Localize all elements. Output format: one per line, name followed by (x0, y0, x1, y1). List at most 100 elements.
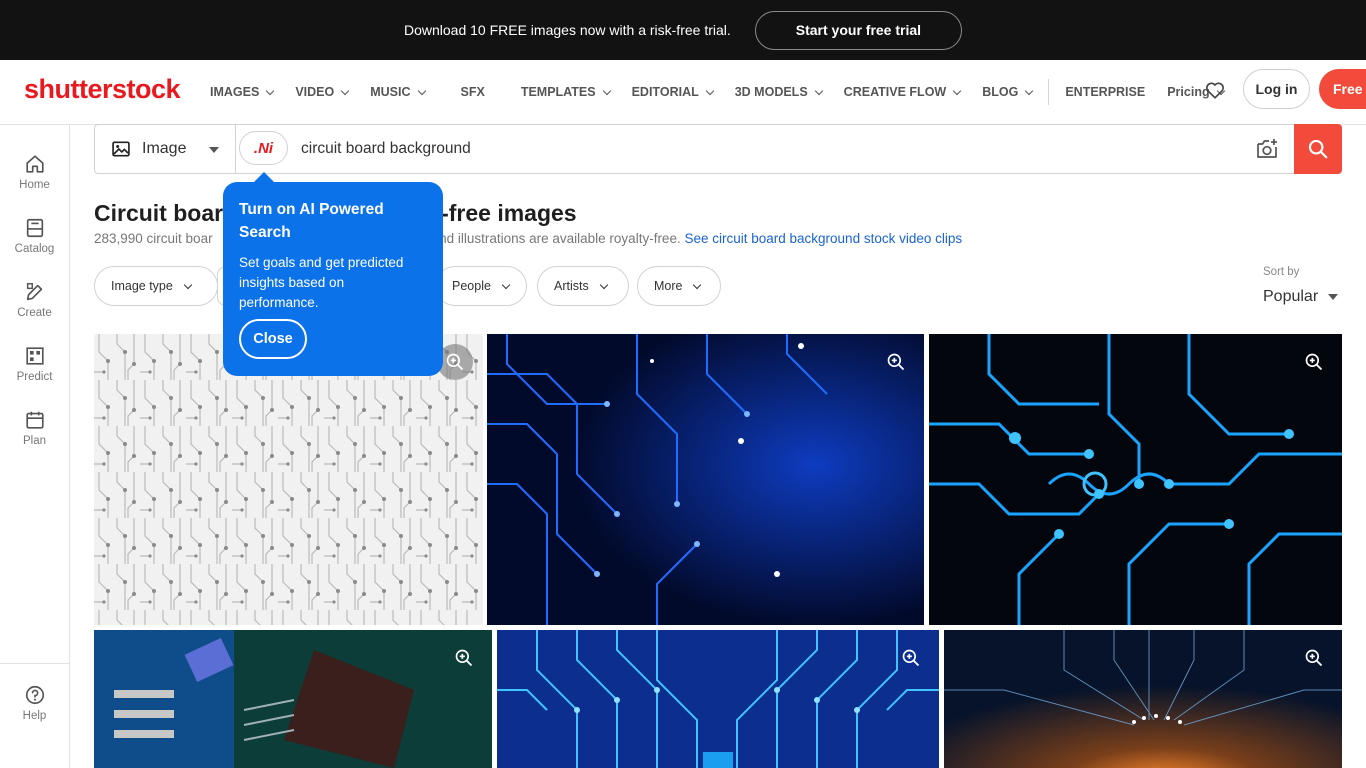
zoom-in-icon (1305, 649, 1323, 667)
zoom-button[interactable] (1296, 344, 1332, 380)
nav-video[interactable]: VIDEO (295, 85, 350, 99)
image-icon (112, 141, 130, 157)
nav-images-label: IMAGES (210, 85, 260, 99)
nav-divider (1048, 79, 1050, 105)
search-button[interactable] (1294, 124, 1342, 174)
chevron-down-icon (952, 86, 962, 95)
zoom-button[interactable] (878, 344, 914, 380)
rail-create[interactable]: Create (0, 281, 69, 319)
zoom-in-icon (887, 353, 905, 371)
rail-catalog-label: Catalog (14, 243, 55, 255)
rail-help[interactable]: Help (0, 684, 69, 722)
filter-people[interactable]: People (435, 266, 527, 306)
nav-3d-models-label: 3D MODELS (734, 85, 808, 99)
filter-more-label: More (654, 279, 683, 293)
rail-predict[interactable]: Predict (0, 345, 69, 383)
sort-value: Popular (1263, 288, 1319, 305)
chevron-down-icon (814, 86, 823, 95)
nav-templates-label: TEMPLATES (520, 85, 596, 99)
rail-help-label: Help (22, 710, 47, 722)
circuit-pattern-white-image (94, 334, 483, 625)
nav-creative-flow[interactable]: CREATIVE FLOW (843, 85, 962, 99)
chevron-down-icon (1025, 86, 1034, 95)
chevron-down-icon (340, 86, 350, 95)
filter-more[interactable]: More (637, 266, 721, 306)
result-image-4[interactable] (94, 630, 492, 768)
rail-plan[interactable]: Plan (0, 409, 69, 447)
circuit-glow-orange-image (944, 630, 1342, 768)
rail-home[interactable]: Home (0, 153, 69, 191)
page-title-end: -free images (441, 200, 577, 226)
search-icon (1308, 139, 1328, 159)
nav-images[interactable]: IMAGES (210, 85, 275, 99)
filter-artists[interactable]: Artists (537, 266, 629, 306)
nav-enterprise[interactable]: ENTERPRISE (1065, 85, 1145, 99)
filter-people-label: People (452, 279, 491, 293)
start-free-trial-button[interactable]: Start your free trial (754, 10, 963, 50)
nav-creative-flow-label: CREATIVE FLOW (843, 85, 947, 99)
result-image-2[interactable] (487, 334, 924, 625)
zoom-button[interactable] (893, 640, 929, 676)
chevron-down-icon (602, 86, 611, 95)
nav-video-label: VIDEO (295, 85, 335, 99)
zoom-button[interactable] (446, 640, 482, 676)
zoom-in-icon (446, 353, 464, 371)
camera-search-icon[interactable] (1255, 138, 1279, 160)
circuit-cyan-black-image (929, 334, 1342, 625)
popover-body: Set goals and get predicted insights bas… (239, 255, 404, 310)
result-count-start: 283,990 circuit boar (94, 231, 213, 246)
home-icon (25, 155, 44, 173)
login-button[interactable]: Log in (1243, 69, 1310, 109)
nav-blog[interactable]: BLOG (982, 85, 1034, 99)
caret-down-icon (209, 147, 219, 153)
ai-search-popover: Turn on AI Powered Search Set goals and … (223, 182, 443, 376)
help-icon (25, 685, 44, 705)
search-bar: Image .Ni (94, 124, 1342, 174)
circuit-blue-dark-image (487, 334, 924, 625)
nav-templates[interactable]: TEMPLATES (520, 85, 611, 99)
rail-create-label: Create (17, 307, 52, 319)
sort-select[interactable]: Popular (1263, 288, 1339, 306)
site-header: shutterstock IMAGES VIDEO MUSIC SFX TEMP… (0, 60, 1366, 125)
video-clips-link[interactable]: See circuit board background stock video… (684, 231, 962, 246)
zoom-in-icon (455, 649, 473, 667)
promo-text: Download 10 FREE images now with a risk-… (403, 22, 731, 38)
nav-editorial[interactable]: EDITORIAL (632, 85, 714, 99)
catalog-icon (26, 218, 43, 238)
search-input[interactable] (301, 133, 1201, 165)
chevron-down-icon (705, 86, 714, 95)
main-nav: IMAGES VIDEO MUSIC SFX TEMPLATES EDITORI… (210, 60, 1246, 124)
heart-icon[interactable] (1204, 79, 1226, 101)
result-image-1[interactable] (94, 334, 483, 625)
circuit-board-photo-image (94, 630, 492, 768)
popover-close-button[interactable]: Close (239, 319, 307, 359)
nav-3d-models[interactable]: 3D MODELS (734, 85, 823, 99)
result-image-3[interactable] (929, 334, 1342, 625)
side-rail: Home Catalog Create Predict Plan Help (0, 125, 70, 768)
rail-catalog[interactable]: Catalog (0, 217, 69, 255)
circuit-chip-blue-image (497, 630, 939, 768)
result-image-5[interactable] (497, 630, 939, 768)
grid-icon (25, 347, 44, 365)
result-image-6[interactable] (944, 630, 1342, 768)
rail-plan-label: Plan (22, 435, 47, 447)
chevron-down-icon (183, 280, 193, 289)
result-count-end: and illustrations are available royalty-… (431, 231, 681, 246)
zoom-in-icon (902, 649, 920, 667)
rail-home-label: Home (19, 179, 50, 191)
page-title-start: Circuit boar (94, 200, 224, 226)
shutterstock-logo[interactable]: shutterstock (24, 74, 181, 105)
chevron-down-icon (501, 280, 511, 289)
free-trial-button[interactable]: Free t (1319, 69, 1366, 109)
filter-artists-label: Artists (554, 279, 589, 293)
ai-search-toggle[interactable]: .Ni (239, 131, 288, 165)
nav-music[interactable]: MUSIC (370, 85, 426, 99)
filter-image-type[interactable]: Image type (94, 266, 218, 306)
nav-sfx[interactable]: SFX (461, 85, 485, 99)
calendar-icon (25, 411, 44, 429)
asset-type-select[interactable]: Image (95, 125, 236, 173)
edit-icon (26, 283, 42, 301)
zoom-button[interactable] (1296, 640, 1332, 676)
popover-title: Turn on AI Powered Search (239, 201, 384, 241)
rail-predict-label: Predict (16, 371, 53, 383)
